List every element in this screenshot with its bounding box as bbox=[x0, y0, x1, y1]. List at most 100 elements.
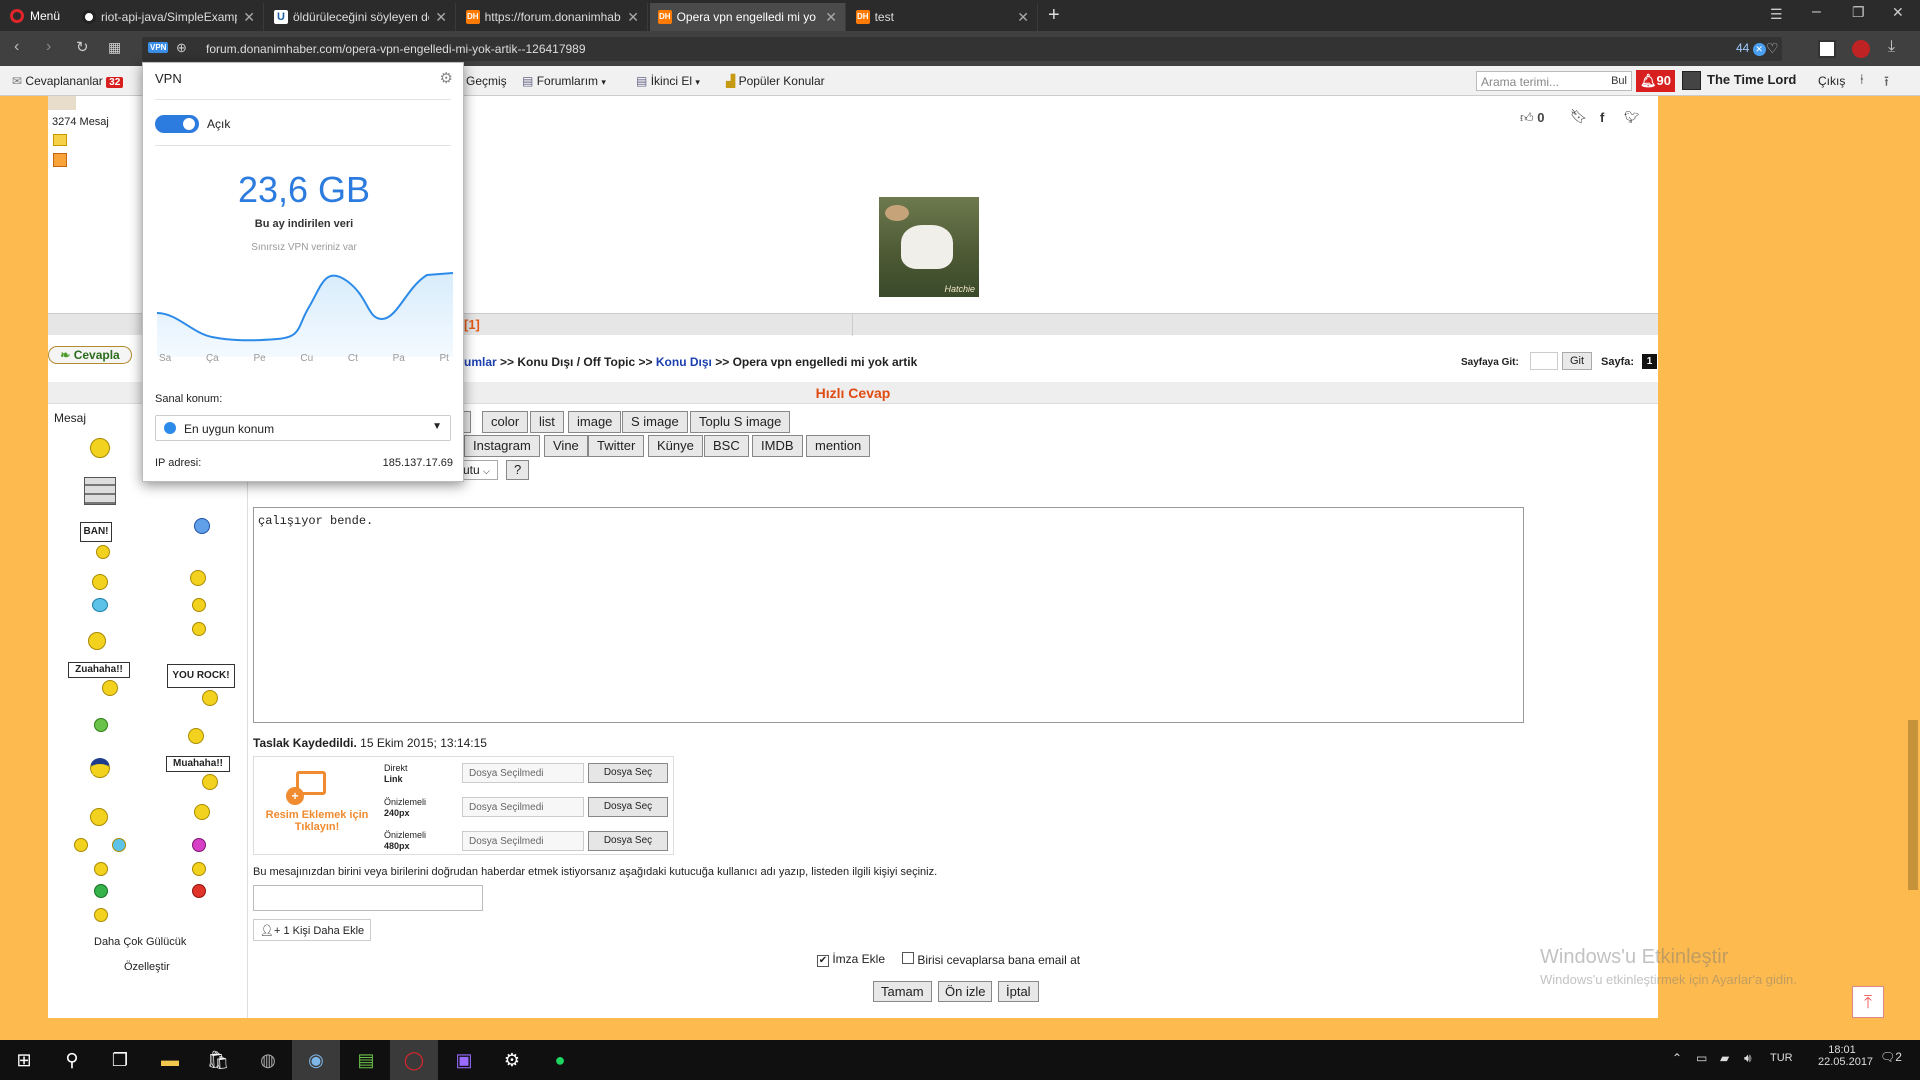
heart-icon[interactable]: ♡ bbox=[1766, 40, 1779, 57]
windows-start-icon[interactable]: ⊞ bbox=[0, 1040, 48, 1080]
add-person-button[interactable]: 👤︎+ 1 Kişi Daha Ekle bbox=[253, 919, 372, 941]
help-button[interactable]: ? bbox=[506, 460, 530, 480]
bookmark-icon[interactable]: 🔖︎ bbox=[1570, 108, 1588, 125]
download-icon[interactable]: ⤓ bbox=[1888, 38, 1895, 56]
site-search-button[interactable]: Bul bbox=[1611, 75, 1627, 87]
search-icon[interactable]: ⚲ bbox=[48, 1040, 96, 1080]
tab-uludag[interactable]: U öldürüleceğini söyleyen de ✕ bbox=[266, 3, 456, 31]
populer-konular-link[interactable]: ▟ Popüler Konular bbox=[726, 74, 825, 88]
tab-donanimhaber-home[interactable]: DH https://forum.donanimhab ✕ bbox=[458, 3, 648, 31]
choose-file-button[interactable]: Dosya Seç bbox=[588, 831, 668, 851]
speed-dial-icon[interactable]: ▦ bbox=[108, 39, 121, 56]
volume-icon[interactable]: 🔊︎ bbox=[1744, 1051, 1752, 1066]
file-explorer-icon[interactable]: ▬ bbox=[146, 1040, 194, 1080]
vpn-badge[interactable]: VPN bbox=[148, 42, 169, 53]
action-center-button[interactable]: 🗨︎2 bbox=[1880, 1050, 1902, 1064]
reply-button[interactable]: ❧ Cevapla bbox=[48, 346, 132, 364]
smiley-icon[interactable] bbox=[192, 884, 206, 898]
back-icon[interactable]: ‹ bbox=[14, 38, 19, 56]
task-view-icon[interactable]: ❐ bbox=[96, 1040, 144, 1080]
smiley-icon[interactable] bbox=[194, 518, 210, 534]
scroll-top-icon[interactable]: ⭱ bbox=[1884, 71, 1889, 95]
bbcode-simage-button[interactable]: S image bbox=[622, 411, 688, 433]
bbcode-mention-button[interactable]: mention bbox=[806, 435, 871, 457]
more-smileys-link[interactable]: Daha Çok Gülücük bbox=[94, 936, 186, 948]
smiley-icon[interactable] bbox=[188, 728, 204, 744]
site-search-field[interactable]: Arama terimi... Bul bbox=[1476, 71, 1632, 91]
tab-test[interactable]: DH test ✕ bbox=[848, 3, 1038, 31]
tab-menu-icon[interactable]: ☰ bbox=[1770, 6, 1783, 23]
goto-page-input[interactable] bbox=[1530, 352, 1558, 370]
minimize-icon[interactable]: – bbox=[1812, 3, 1821, 21]
close-window-icon[interactable]: ✕ bbox=[1892, 4, 1904, 21]
smiley-icon[interactable] bbox=[94, 884, 108, 898]
app-icon[interactable]: ◍ bbox=[244, 1040, 292, 1080]
clock[interactable]: 18:01 22.05.2017 bbox=[1818, 1044, 1873, 1068]
signature-option[interactable]: ✔ İmza Ekle bbox=[817, 952, 885, 967]
bbcode-twitter-button[interactable]: Twitter bbox=[588, 435, 645, 457]
steam-icon[interactable]: ◉ bbox=[292, 1040, 340, 1080]
extension-icon[interactable] bbox=[1818, 40, 1836, 58]
gear-icon[interactable]: ⚙ bbox=[440, 69, 453, 87]
tab-github[interactable]: riot-api-java/SimpleExamp ✕ bbox=[74, 3, 264, 31]
smiley-icon[interactable] bbox=[190, 570, 206, 586]
home-icon[interactable] bbox=[53, 153, 67, 167]
message-textarea[interactable]: çalışıyor bende. bbox=[253, 507, 1524, 723]
reload-icon[interactable]: ↻ bbox=[76, 38, 89, 56]
scroll-to-top-button[interactable]: ⤒ bbox=[1852, 986, 1884, 1018]
choose-file-button[interactable]: Dosya Seç bbox=[588, 797, 668, 817]
network-icon[interactable]: ▭ bbox=[1696, 1051, 1707, 1065]
ad-block-count[interactable]: 44 ✕ bbox=[1736, 41, 1766, 56]
cevaplananlar-link[interactable]: ✉ Cevaplananlar 32 bbox=[12, 74, 124, 88]
ban-smiley-icon[interactable]: BAN! bbox=[80, 522, 112, 542]
smiley-icon[interactable] bbox=[94, 908, 108, 922]
smiley-icon[interactable] bbox=[192, 622, 206, 636]
forumlarim-link[interactable]: ▤ Forumlarım ▾ bbox=[522, 74, 606, 88]
scrollbar-track[interactable] bbox=[1906, 96, 1920, 1040]
mention-input[interactable] bbox=[253, 885, 483, 911]
goto-page-button[interactable]: Git bbox=[1562, 352, 1592, 370]
restore-icon[interactable]: ❐ bbox=[1852, 4, 1865, 21]
breadcrumb-konu-disi[interactable]: Konu Dışı bbox=[656, 355, 712, 369]
spotify-icon[interactable]: ● bbox=[536, 1040, 584, 1080]
customize-link[interactable]: Özelleştir bbox=[124, 961, 170, 973]
muahaha-smiley-icon[interactable]: Muahaha!! bbox=[166, 756, 230, 772]
smiley-icon[interactable] bbox=[192, 862, 206, 876]
username-link[interactable]: The Time Lord bbox=[1707, 72, 1796, 87]
opera-menu-button[interactable]: Menü bbox=[0, 0, 72, 31]
breadcrumb-off-topic[interactable]: Konu Dışı / Off Topic bbox=[517, 355, 635, 369]
email-option[interactable]: Birisi cevaplarsa bana email at bbox=[902, 952, 1080, 967]
ikinci-el-link[interactable]: ▤ İkinci El ▾ bbox=[636, 74, 700, 88]
extension-red-icon[interactable] bbox=[1852, 40, 1870, 58]
vpn-toggle[interactable] bbox=[155, 115, 199, 133]
smiley-icon[interactable] bbox=[90, 758, 110, 778]
notepad-icon[interactable]: ▤ bbox=[342, 1040, 390, 1080]
pin-icon[interactable]: ⍿ bbox=[1860, 71, 1864, 88]
bbcode-kunye-button[interactable]: Künye bbox=[648, 435, 703, 457]
you-rock-smiley-icon[interactable]: YOU ROCK! bbox=[167, 664, 235, 688]
smiley-icon[interactable] bbox=[112, 838, 126, 852]
smiley-icon[interactable] bbox=[94, 862, 108, 876]
bbcode-vine-button[interactable]: Vine bbox=[544, 435, 588, 457]
choose-file-button[interactable]: Dosya Seç bbox=[588, 763, 668, 783]
store-icon[interactable]: 🛍︎ bbox=[194, 1040, 242, 1080]
smiley-icon[interactable] bbox=[92, 598, 108, 612]
tab-opera-vpn[interactable]: DH Opera vpn engelledi mi yo ✕ bbox=[650, 3, 846, 31]
cancel-button[interactable]: İptal bbox=[998, 981, 1039, 1002]
opera-taskbar-icon[interactable]: ◯ bbox=[390, 1040, 438, 1080]
avatar[interactable] bbox=[1682, 71, 1701, 90]
bbcode-color-button[interactable]: color bbox=[482, 411, 529, 433]
zuahaha-smiley-icon[interactable]: Zuahaha!! bbox=[68, 662, 130, 678]
email-checkbox[interactable] bbox=[902, 952, 914, 964]
close-tab-icon[interactable]: ✕ bbox=[627, 9, 639, 26]
smiley-icon[interactable] bbox=[192, 598, 206, 612]
thumbs-smiley-icon[interactable] bbox=[88, 632, 106, 650]
scrollbar-thumb[interactable] bbox=[1908, 720, 1918, 890]
close-tab-icon[interactable]: ✕ bbox=[1017, 9, 1029, 26]
smiley-icon[interactable] bbox=[74, 838, 88, 852]
facebook-icon[interactable]: f bbox=[1600, 110, 1604, 125]
gecmis-link[interactable]: Geçmiş bbox=[466, 74, 507, 88]
bbcode-imdb-button[interactable]: IMDB bbox=[752, 435, 803, 457]
smiley-icon[interactable] bbox=[90, 438, 110, 458]
vpn-location-select[interactable]: En uygun konum ▼ bbox=[155, 415, 451, 441]
